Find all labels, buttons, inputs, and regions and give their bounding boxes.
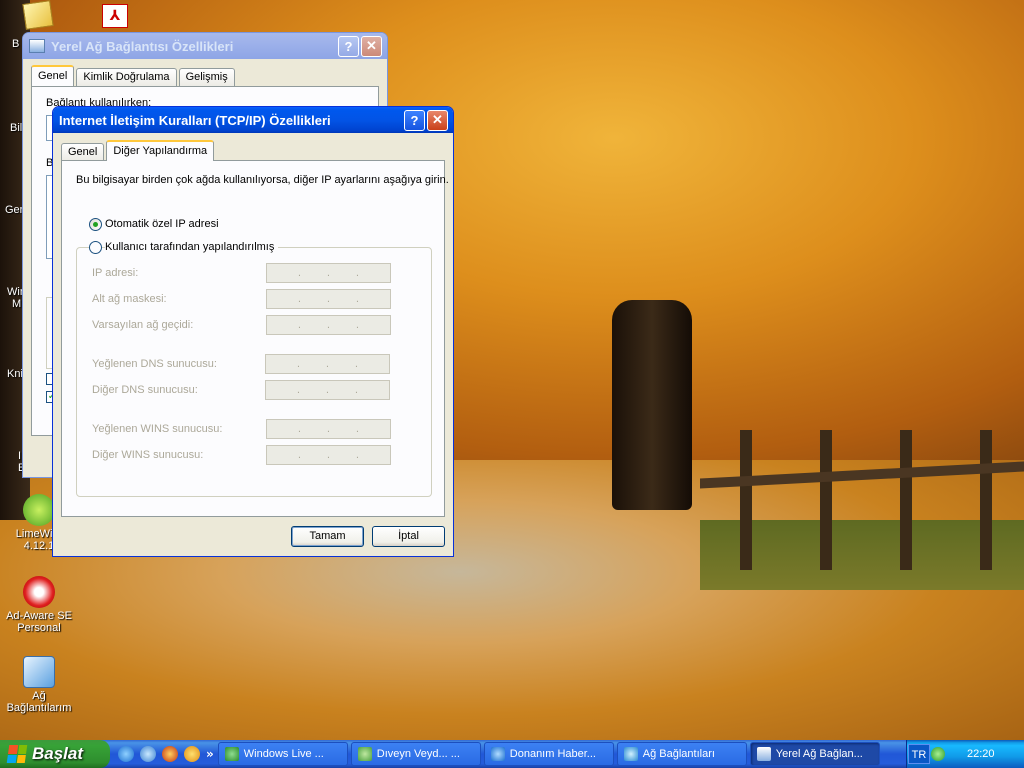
start-label: Başlat: [32, 744, 84, 763]
taskbar-item-label: Dıveyn Veyd... ...: [376, 748, 460, 760]
messenger-icon: [224, 747, 239, 761]
lan-icon: [29, 39, 45, 53]
alternate-wins-field[interactable]: ...: [266, 445, 391, 465]
tab-diger-yapilandirma[interactable]: Diğer Yapılandırma: [106, 140, 215, 161]
cancel-button[interactable]: İptal: [372, 526, 445, 547]
preferred-dns-field[interactable]: ...: [265, 354, 390, 374]
messenger-chat-icon: [357, 747, 372, 761]
taskbar-item-label: Yerel Ağ Bağlan...: [775, 748, 863, 760]
default-gateway-field[interactable]: ...: [266, 315, 391, 335]
alternate-wins-label: Diğer WINS sunucusu:: [92, 449, 204, 461]
desktop-edge-label: Bil: [10, 122, 23, 134]
default-gateway-label: Varsayılan ağ geçidi:: [92, 319, 194, 331]
taskbar-item-ag-baglantilari[interactable]: Ağ Bağlantıları: [616, 742, 747, 766]
acrobat-icon[interactable]: ⅄: [102, 4, 128, 28]
messenger-tray-icon[interactable]: [931, 747, 945, 761]
window-title: Internet İletişim Kuralları (TCP/IP) Öze…: [59, 112, 331, 128]
preferred-wins-field[interactable]: ...: [266, 419, 391, 439]
help-button[interactable]: ?: [404, 109, 425, 131]
tab-gelismis[interactable]: Gelişmiş: [178, 68, 235, 86]
taskbar-item-yerel-ag[interactable]: Yerel Ağ Bağlan...: [749, 742, 880, 766]
window-title: Yerel Ağ Bağlantısı Özellikleri: [51, 38, 234, 54]
ip-address-field[interactable]: ...: [266, 263, 391, 283]
ip-address-label: IP adresi:: [92, 267, 139, 279]
help-button[interactable]: ?: [338, 35, 359, 57]
desktop-edge-label: B: [12, 38, 20, 50]
taskbar-item-label: Windows Live ...: [243, 748, 324, 760]
ie-quicklaunch-icon[interactable]: [118, 746, 134, 762]
taskbar-item-label: Ağ Bağlantıları: [642, 748, 715, 760]
ie-alt-quicklaunch-icon[interactable]: [140, 746, 156, 762]
taskbar: Başlat » Windows Live ... Dıveyn Veyd...…: [0, 740, 1024, 768]
windows-flag-icon: [6, 745, 28, 763]
tcpip-properties-dialog[interactable]: Internet İletişim Kuralları (TCP/IP) Öze…: [52, 106, 454, 557]
media-quicklaunch-icon[interactable]: [184, 746, 200, 762]
desktop-icon-adaware[interactable]: Ad-Aware SE Personal: [4, 576, 74, 634]
description-text: Bu bilgisayar birden çok ağda kullanılıy…: [76, 174, 449, 186]
taskbar-item-donanim-haber[interactable]: Donanım Haber...: [483, 742, 614, 766]
ok-button[interactable]: Tamam: [291, 526, 364, 547]
tab-genel[interactable]: Genel: [61, 143, 105, 161]
subnet-mask-label: Alt ağ maskesi:: [92, 293, 167, 305]
alternate-dns-label: Diğer DNS sunucusu:: [92, 384, 198, 396]
user-config-radio[interactable]: [89, 241, 102, 254]
close-button[interactable]: ✕: [427, 109, 448, 131]
subnet-mask-field[interactable]: ...: [266, 289, 391, 309]
desktop-icon-label: Ağ Bağlantılarım: [6, 690, 72, 714]
language-indicator[interactable]: TR: [908, 744, 930, 764]
limewire-icon: [23, 494, 55, 526]
desktop-edge-label: I: [18, 450, 22, 462]
tab-kimlik-dogrulama[interactable]: Kimlik Doğrulama: [76, 68, 177, 86]
quick-launch: [110, 746, 206, 762]
title-bar[interactable]: Yerel Ağ Bağlantısı Özellikleri ? ✕: [23, 33, 387, 59]
tab-panel: Bu bilgisayar birden çok ağda kullanılıy…: [61, 160, 449, 517]
desktop-edge-label: Kni: [7, 368, 23, 380]
start-button[interactable]: Başlat: [0, 740, 110, 768]
clock[interactable]: 22:20: [967, 748, 995, 760]
tab-genel[interactable]: Genel: [31, 65, 75, 86]
desktop-edge-label: M: [12, 298, 22, 310]
taskbar-item-windows-live[interactable]: Windows Live ...: [217, 742, 348, 766]
close-button[interactable]: ✕: [361, 35, 382, 57]
title-bar[interactable]: Internet İletişim Kuralları (TCP/IP) Öze…: [53, 107, 453, 133]
user-config-label[interactable]: Kullanıcı tarafından yapılandırılmış: [105, 241, 279, 253]
preferred-dns-label: Yeğlenen DNS sunucusu:: [92, 358, 217, 370]
folder-icon[interactable]: [22, 0, 54, 30]
taskbar-item-chat[interactable]: Dıveyn Veyd... ...: [350, 742, 481, 766]
network-icon: [623, 747, 638, 761]
desktop-icon-network[interactable]: Ağ Bağlantılarım: [4, 656, 74, 714]
network-connections-icon: [23, 656, 55, 688]
preferred-wins-label: Yeğlenen WINS sunucusu:: [92, 423, 223, 435]
auto-ip-label[interactable]: Otomatik özel IP adresi: [105, 218, 219, 230]
lan-icon: [756, 747, 771, 761]
alternate-dns-field[interactable]: ...: [265, 380, 390, 400]
firefox-quicklaunch-icon[interactable]: [162, 746, 178, 762]
ie-icon: [490, 747, 505, 761]
adaware-icon: [23, 576, 55, 608]
taskbar-item-label: Donanım Haber...: [509, 748, 596, 760]
chevron-icon[interactable]: »: [206, 747, 214, 761]
desktop-icon-label: Ad-Aware SE Personal: [6, 610, 72, 634]
auto-ip-radio[interactable]: [89, 218, 102, 231]
